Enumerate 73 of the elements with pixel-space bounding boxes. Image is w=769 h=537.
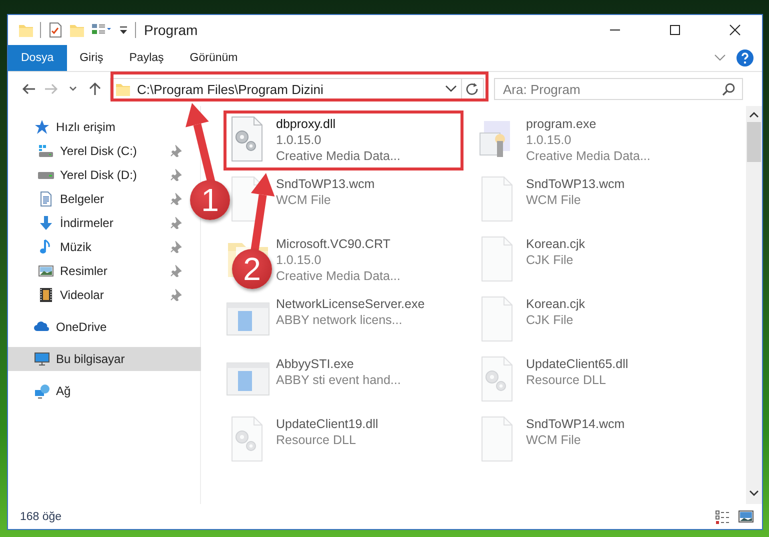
- file-name[interactable]: NetworkLicenseServer.exe: [276, 296, 425, 312]
- details-view-icon[interactable]: [715, 508, 730, 524]
- file-name[interactable]: UpdateClient19.dll: [276, 416, 378, 432]
- file-name[interactable]: SndToWP13.wcm: [526, 176, 625, 192]
- picture-icon: [38, 263, 54, 279]
- sidebar-item[interactable]: Ağ: [8, 379, 188, 403]
- network-icon: [34, 383, 50, 399]
- maximize-icon: [669, 24, 681, 36]
- sidebar-item[interactable]: Müzik: [8, 235, 188, 259]
- sidebar-item[interactable]: Yerel Disk (D:): [8, 163, 188, 187]
- back-icon: [22, 82, 36, 96]
- file-name[interactable]: program.exe: [526, 116, 650, 132]
- file-detail: Resource DLL: [526, 372, 607, 388]
- file-name[interactable]: UpdateClient65.dll: [526, 356, 628, 372]
- forward-icon: [44, 82, 58, 96]
- up-icon: [88, 82, 102, 96]
- sidebar-item[interactable]: Bu bilgisayar: [8, 347, 201, 371]
- file-detail: 1.0.15.0: [276, 252, 322, 268]
- sidebar-item[interactable]: OneDrive: [8, 315, 188, 339]
- file-name[interactable]: Korean.cjk: [526, 236, 586, 252]
- file-detail: 1.0.15.0: [526, 132, 572, 148]
- file-detail: CJK File: [526, 312, 574, 328]
- file-detail: 1.0.15.0: [276, 132, 322, 148]
- ribbon-tab[interactable]: Paylaş: [116, 45, 177, 71]
- sidebar-item[interactable]: Videolar: [8, 283, 188, 307]
- chevron-down-icon[interactable]: [445, 85, 457, 93]
- sidebar-item[interactable]: Belgeler: [8, 187, 188, 211]
- computer-icon: [34, 351, 50, 367]
- help-icon[interactable]: [736, 49, 754, 67]
- file-name[interactable]: dbproxy.dll: [276, 116, 400, 132]
- window-title: Program: [144, 22, 198, 38]
- sidebar-item[interactable]: Yerel Disk (C:): [8, 139, 188, 163]
- properties-icon[interactable]: [47, 22, 63, 38]
- file-detail: WCM File: [526, 192, 582, 208]
- file-detail: ABBY sti event hand...: [276, 372, 401, 388]
- ribbon-tab[interactable]: Dosya: [8, 45, 67, 71]
- sidebar-item[interactable]: Resimler: [8, 259, 188, 283]
- film-icon: [38, 287, 54, 303]
- file-detail: CJK File: [526, 252, 574, 268]
- ribbon-tab[interactable]: Görünüm: [176, 45, 251, 71]
- item-count: 168 öğe: [20, 510, 63, 522]
- download-arrow-icon: [38, 215, 54, 231]
- file-name[interactable]: SndToWP14.wcm: [526, 416, 625, 432]
- close-icon: [729, 24, 741, 36]
- address-bar[interactable]: C:\Program Files\Program Dizini: [110, 78, 462, 100]
- ribbon-tab[interactable]: Giriş: [66, 45, 116, 71]
- search-icon: [722, 83, 735, 96]
- drive-icon: [38, 172, 54, 178]
- file-detail: Creative Media Data...: [526, 148, 650, 164]
- refresh-button[interactable]: [462, 78, 484, 100]
- large-icons-view-icon[interactable]: [738, 508, 754, 524]
- file-detail: Resource DLL: [276, 432, 357, 448]
- file-detail: ABBY network licens...: [276, 312, 404, 328]
- drive-icon: [38, 143, 54, 159]
- file-name[interactable]: Korean.cjk: [526, 296, 586, 312]
- file-name[interactable]: Microsoft.VC90.CRT: [276, 236, 400, 252]
- file-detail: WCM File: [526, 432, 582, 448]
- scrollbar-thumb[interactable]: [747, 122, 761, 162]
- file-detail: Creative Media Data...: [276, 148, 400, 164]
- scroll-up-icon[interactable]: [749, 112, 759, 118]
- sidebar-item[interactable]: İndirmeler: [8, 211, 188, 235]
- search-field[interactable]: Ara: Program: [494, 78, 743, 100]
- dropdown-icon[interactable]: [118, 24, 129, 36]
- folder-icon: [115, 81, 131, 97]
- file-name[interactable]: SndToWP13.wcm: [276, 176, 375, 192]
- star-icon: [34, 119, 50, 135]
- sidebar-item[interactable]: Hızlı erişim: [8, 115, 188, 139]
- scroll-down-icon[interactable]: [749, 490, 759, 496]
- file-name[interactable]: AbbyySTI.exe: [276, 356, 401, 372]
- document-icon: [38, 191, 54, 207]
- file-detail: WCM File: [276, 192, 332, 208]
- file-detail: Creative Media Data...: [276, 268, 400, 284]
- refresh-icon: [466, 82, 479, 96]
